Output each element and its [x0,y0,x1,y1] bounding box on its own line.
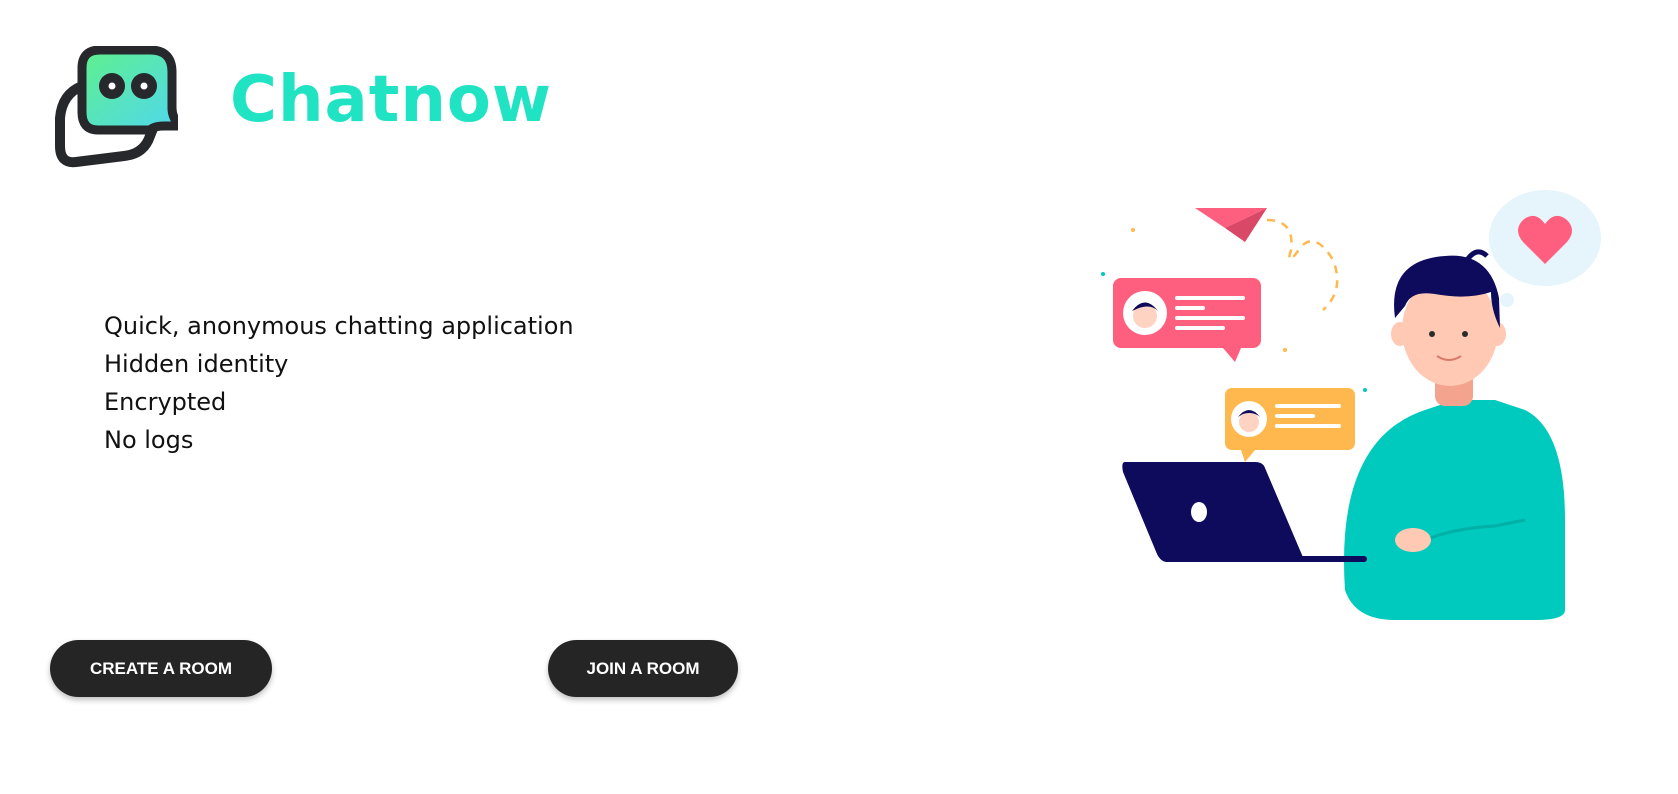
feature-item: Quick, anonymous chatting application [104,312,574,340]
feature-item: No logs [104,426,194,454]
feature-item: Encrypted [104,388,227,416]
feature-item: Hidden identity [104,350,289,378]
heart-icon [1489,190,1601,307]
person-chatting-illustration [1095,190,1635,620]
chat-bubble-icon [1225,388,1355,462]
logo-icon [54,45,185,170]
create-room-button[interactable]: CREATE A ROOM [50,640,272,697]
laptop-icon [1122,462,1367,562]
chat-bubble-icon [1113,278,1261,362]
paper-plane-icon [1195,208,1267,242]
join-room-button[interactable]: JOIN A ROOM [548,640,738,697]
brand-title: Chatnow [230,63,552,137]
feature-list: Quick, anonymous chatting application Hi… [104,307,574,459]
